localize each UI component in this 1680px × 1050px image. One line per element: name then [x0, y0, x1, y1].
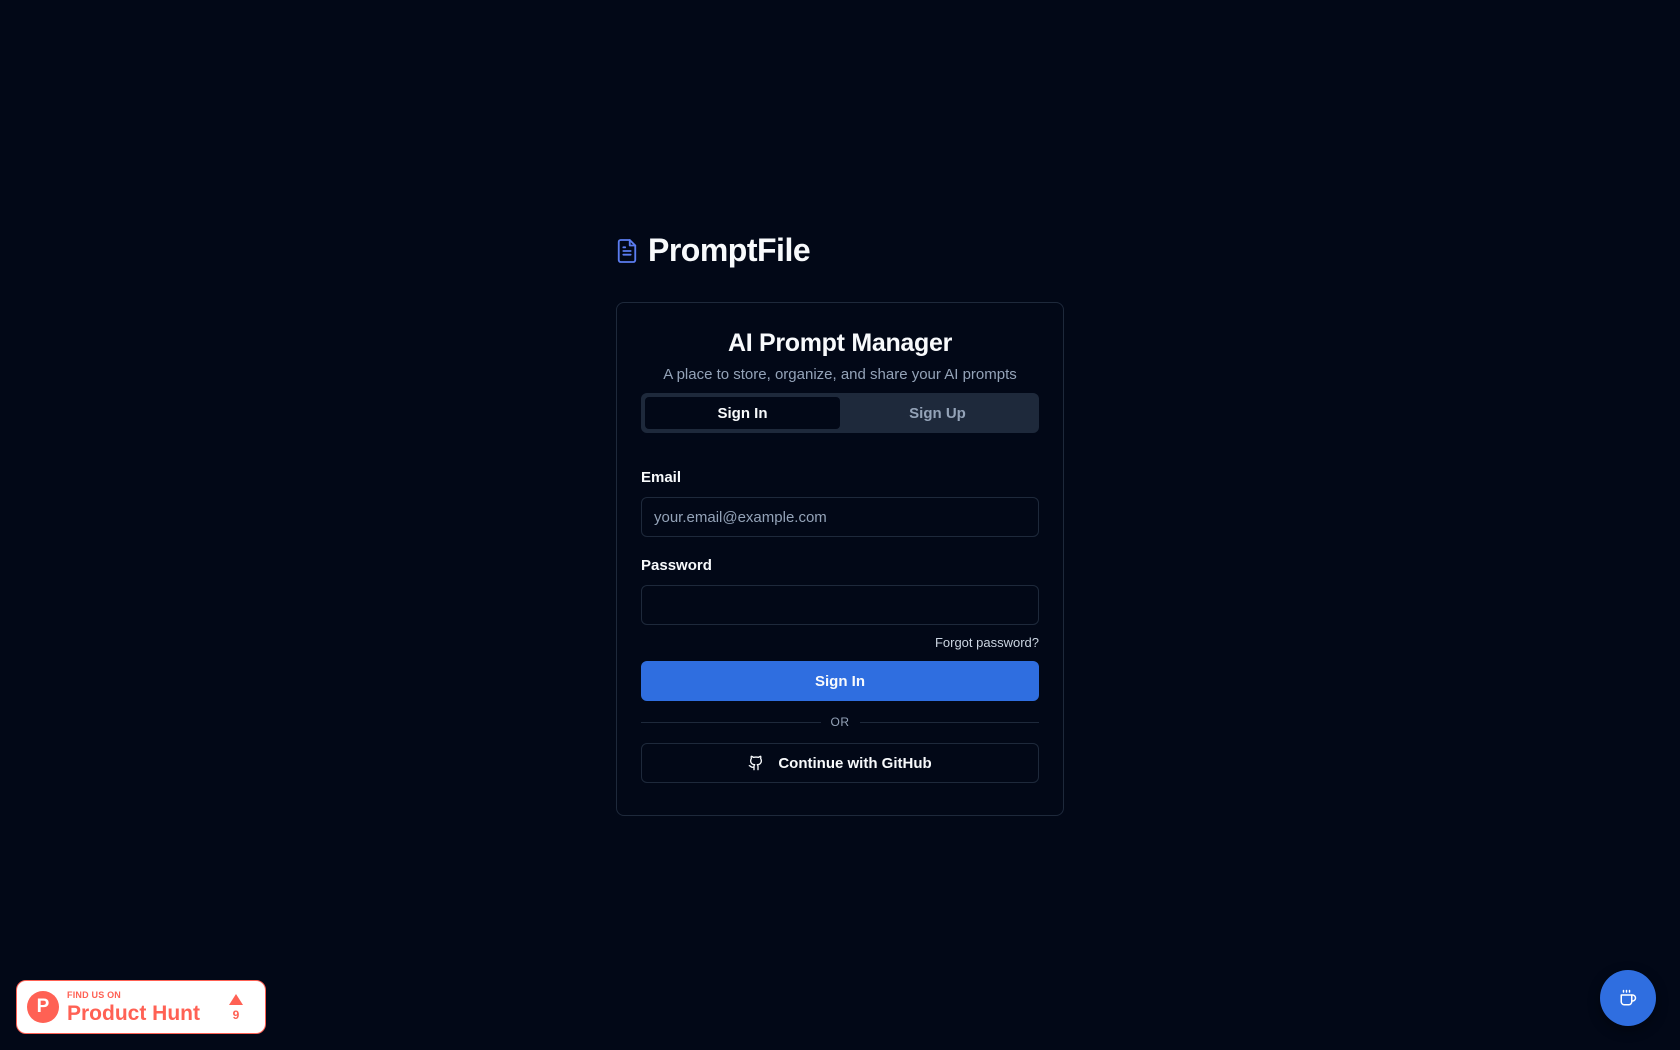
- vote-count: 9: [232, 1007, 240, 1022]
- tab-sign-up[interactable]: Sign Up: [840, 397, 1035, 429]
- product-hunt-votes: 9: [229, 993, 243, 1022]
- password-label: Password: [641, 557, 712, 574]
- github-icon: [748, 755, 764, 771]
- file-text-icon: [616, 237, 640, 265]
- card-title: AI Prompt Manager: [727, 329, 953, 357]
- sign-in-button[interactable]: Sign In: [641, 661, 1039, 701]
- product-hunt-big-text: Product Hunt: [67, 1001, 200, 1025]
- card-subtitle: A place to store, organize, and share yo…: [663, 366, 1017, 383]
- coffee-icon: [1619, 989, 1637, 1007]
- product-hunt-logo-icon: P: [27, 991, 59, 1023]
- tab-sign-in[interactable]: Sign In: [645, 397, 840, 429]
- brand-header: PromptFile: [616, 232, 811, 269]
- divider-label: OR: [830, 715, 850, 729]
- auth-tabs: Sign In Sign Up: [641, 393, 1039, 433]
- email-field[interactable]: [641, 497, 1039, 537]
- product-hunt-text: FIND US ON Product Hunt: [67, 989, 200, 1025]
- password-field[interactable]: [641, 585, 1039, 625]
- github-button[interactable]: Continue with GitHub: [641, 743, 1039, 783]
- or-divider: OR: [641, 715, 1039, 729]
- github-button-label: Continue with GitHub: [778, 754, 932, 772]
- forgot-row: Forgot password?: [641, 634, 1039, 652]
- email-label: Email: [641, 469, 682, 486]
- divider-line-right: [859, 721, 1039, 723]
- brand-name: PromptFile: [648, 232, 811, 268]
- divider-line-left: [641, 721, 821, 723]
- upvote-triangle-icon: [229, 993, 243, 1005]
- login-page: PromptFile AI Prompt Manager A place to …: [0, 0, 1680, 1050]
- product-hunt-small-text: FIND US ON: [67, 989, 122, 1000]
- coffee-button[interactable]: [1600, 970, 1656, 1026]
- forgot-password-link[interactable]: Forgot password?: [935, 635, 1039, 650]
- product-hunt-badge[interactable]: P FIND US ON Product Hunt 9: [16, 980, 266, 1034]
- auth-card: AI Prompt Manager A place to store, orga…: [616, 302, 1064, 816]
